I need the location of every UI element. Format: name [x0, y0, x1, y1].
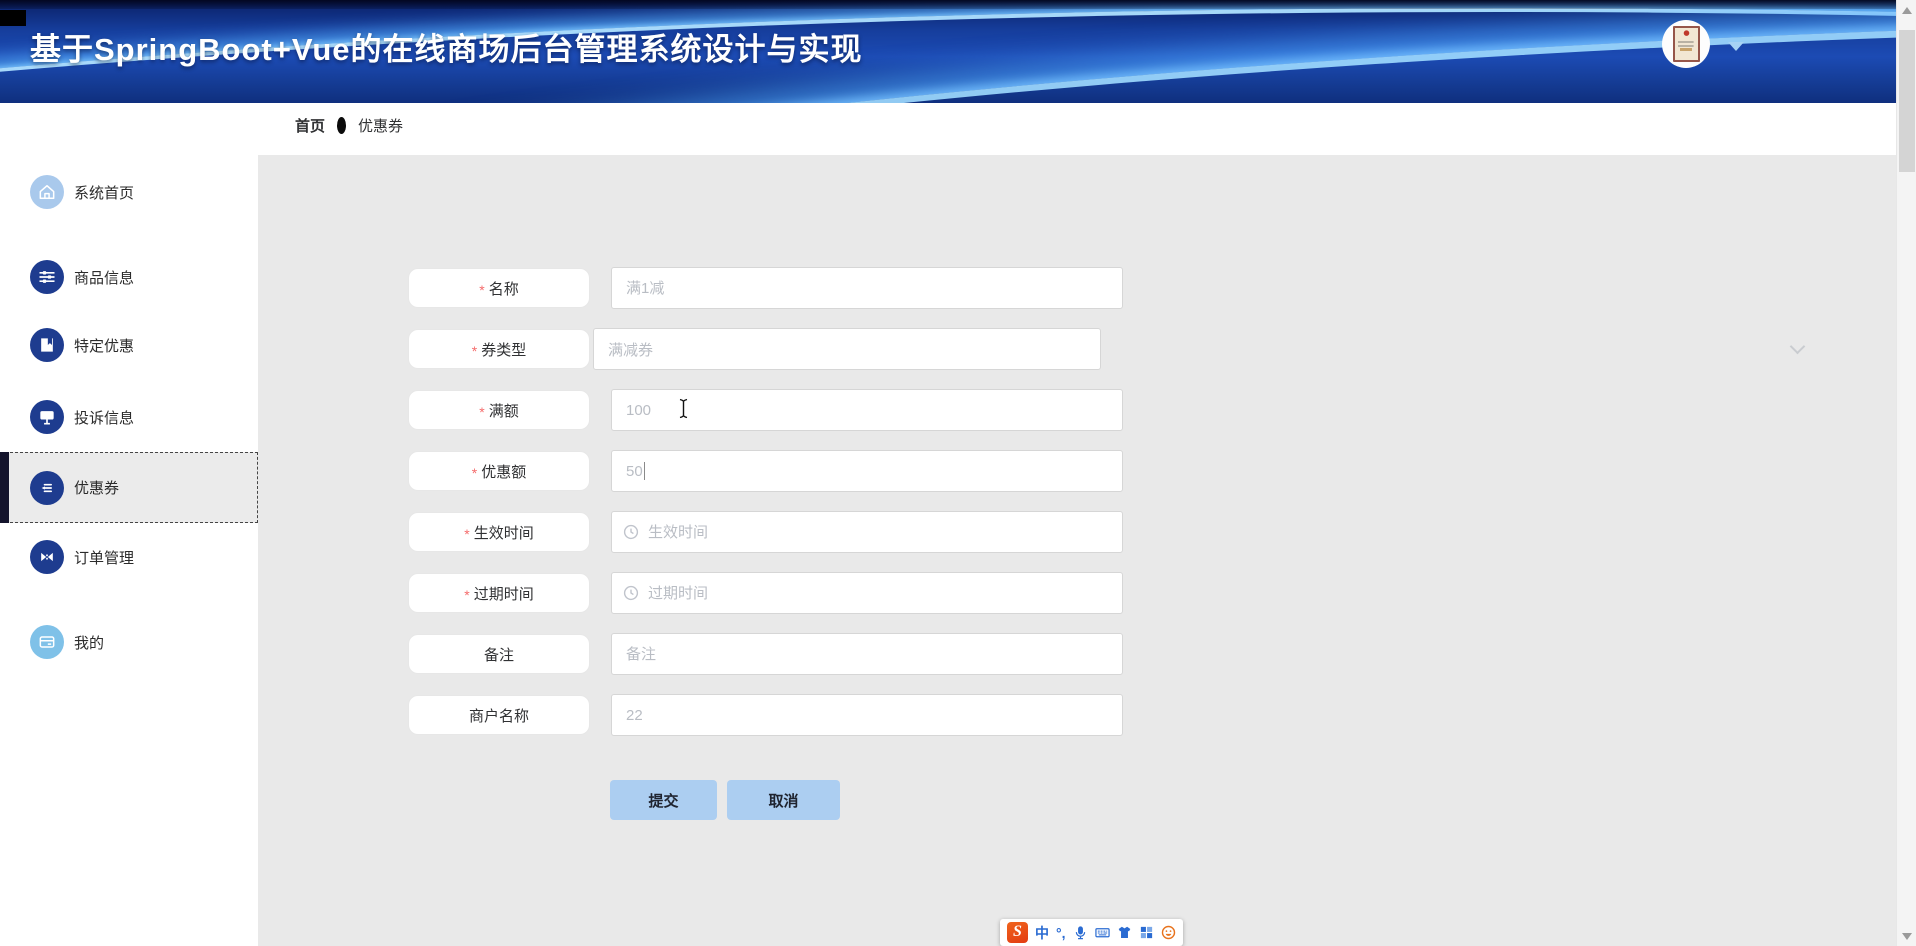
remark-input[interactable]: [611, 633, 1123, 675]
sidebar-item-home[interactable]: 系统首页: [0, 168, 258, 216]
chinese-mode-icon[interactable]: 中: [1035, 923, 1049, 943]
sidebar-item-coupons[interactable]: 优惠券: [0, 452, 258, 523]
avatar[interactable]: [1662, 20, 1710, 68]
clock-icon: [623, 585, 639, 601]
merchant-name-input[interactable]: [611, 694, 1123, 736]
sidebar-item-complaints[interactable]: 投诉信息: [0, 393, 258, 441]
ime-toolbar[interactable]: S 中 °,: [1000, 919, 1183, 946]
breadcrumb-current: 优惠券: [358, 117, 404, 135]
required-mark: *: [479, 404, 485, 420]
keyboard-icon[interactable]: [1094, 925, 1110, 940]
form-row-remark: 备注: [408, 633, 1308, 675]
chevron-down-icon[interactable]: [1728, 42, 1744, 51]
sidebar-item-label: 系统首页: [74, 184, 135, 202]
avatar-certificate-image: [1672, 26, 1700, 62]
toolbox-icon[interactable]: [1139, 925, 1154, 940]
scrollbar-up-arrow-icon[interactable]: [1902, 7, 1912, 14]
screen: 基于SpringBoot+Vue的在线商场后台管理系统设计与实现 首页 优惠券 …: [0, 0, 1916, 946]
form-row-discount: * 优惠额: [408, 450, 1308, 492]
punctuation-icon[interactable]: °,: [1056, 925, 1066, 941]
clock-icon: [623, 524, 639, 540]
select-chevron-icon[interactable]: [1789, 338, 1806, 355]
home-icon: [30, 175, 64, 209]
field-label-coupon-type: * 券类型: [408, 329, 590, 369]
sogou-logo-icon[interactable]: S: [1007, 922, 1028, 943]
form-row-merchant-name: 商户名称: [408, 694, 1308, 736]
expire-time-input[interactable]: [611, 572, 1123, 614]
sidebar-item-label: 商品信息: [74, 269, 135, 287]
sidebar-item-mine[interactable]: 我的: [0, 618, 258, 666]
app-body: 首页 优惠券 系统首页 商品信息 特定优惠 投诉信息 优惠券 订单管理 我的 *…: [0, 103, 1896, 946]
form-row-start-time: * 生效时间: [408, 511, 1308, 553]
coupon-type-select[interactable]: 满减券: [593, 328, 1101, 370]
form-actions: 提交 取消: [610, 780, 1308, 820]
coupon-list-icon: [30, 470, 64, 505]
sidebar-item-label: 特定优惠: [74, 337, 135, 355]
feedback-icon: [30, 400, 64, 434]
order-icon: [30, 540, 64, 574]
form-row-name: * 名称: [408, 267, 1308, 309]
field-label-remark: 备注: [408, 634, 590, 674]
required-mark: *: [471, 465, 478, 481]
breadcrumb: 首页 优惠券: [295, 112, 403, 138]
user-menu[interactable]: [1662, 18, 1752, 78]
name-input[interactable]: [611, 267, 1123, 309]
required-mark: *: [464, 526, 470, 542]
app-header: 基于SpringBoot+Vue的在线商场后台管理系统设计与实现: [0, 0, 1916, 103]
sidebar-item-label: 投诉信息: [74, 409, 135, 427]
breadcrumb-home[interactable]: 首页: [295, 115, 325, 136]
scrollbar[interactable]: [1896, 0, 1916, 946]
field-label-name: * 名称: [408, 268, 590, 308]
book-icon: [30, 328, 64, 362]
sidebar: 系统首页 商品信息 特定优惠 投诉信息 优惠券 订单管理 我的: [0, 103, 258, 946]
sidebar-item-label: 我的: [74, 634, 105, 652]
page-title: 基于SpringBoot+Vue的在线商场后台管理系统设计与实现: [30, 32, 863, 67]
scrollbar-down-arrow-icon[interactable]: [1902, 933, 1912, 940]
sidebar-item-orders[interactable]: 订单管理: [0, 533, 258, 581]
cancel-button[interactable]: 取消: [727, 780, 840, 820]
corner-notch: [0, 10, 26, 26]
required-mark: *: [464, 587, 470, 603]
submit-button[interactable]: 提交: [610, 780, 717, 820]
sidebar-item-special-offers[interactable]: 特定优惠: [0, 321, 258, 369]
field-label-threshold: * 满额: [408, 390, 590, 430]
start-time-input[interactable]: [611, 511, 1123, 553]
field-label-discount: * 优惠额: [408, 451, 590, 491]
sidebar-item-label: 优惠券: [74, 480, 120, 497]
sidebar-item-label: 订单管理: [74, 549, 135, 567]
field-label-expire-time: * 过期时间: [408, 573, 590, 613]
form-row-coupon-type: * 券类型 满减券: [408, 328, 1308, 370]
required-mark: *: [471, 343, 478, 359]
form-row-expire-time: * 过期时间: [408, 572, 1308, 614]
coupon-form: * 名称 * 券类型 满减券: [408, 267, 1308, 820]
sidebar-item-products[interactable]: 商品信息: [0, 253, 258, 301]
discount-input[interactable]: [611, 450, 1123, 492]
field-label-start-time: * 生效时间: [408, 512, 590, 552]
threshold-input[interactable]: [611, 389, 1123, 431]
emoji-icon[interactable]: [1161, 925, 1176, 940]
required-mark: *: [479, 282, 485, 298]
field-label-merchant-name: 商户名称: [408, 695, 590, 735]
microphone-icon[interactable]: [1073, 925, 1088, 940]
breadcrumb-separator: [337, 116, 347, 134]
content-panel: * 名称 * 券类型 满减券: [258, 155, 1896, 946]
profile-card-icon: [30, 625, 64, 659]
form-row-threshold: * 满额: [408, 389, 1308, 431]
sliders-icon: [30, 260, 64, 294]
scrollbar-thumb[interactable]: [1899, 30, 1915, 172]
skin-icon[interactable]: [1117, 925, 1132, 940]
text-input-caret: [644, 462, 645, 480]
